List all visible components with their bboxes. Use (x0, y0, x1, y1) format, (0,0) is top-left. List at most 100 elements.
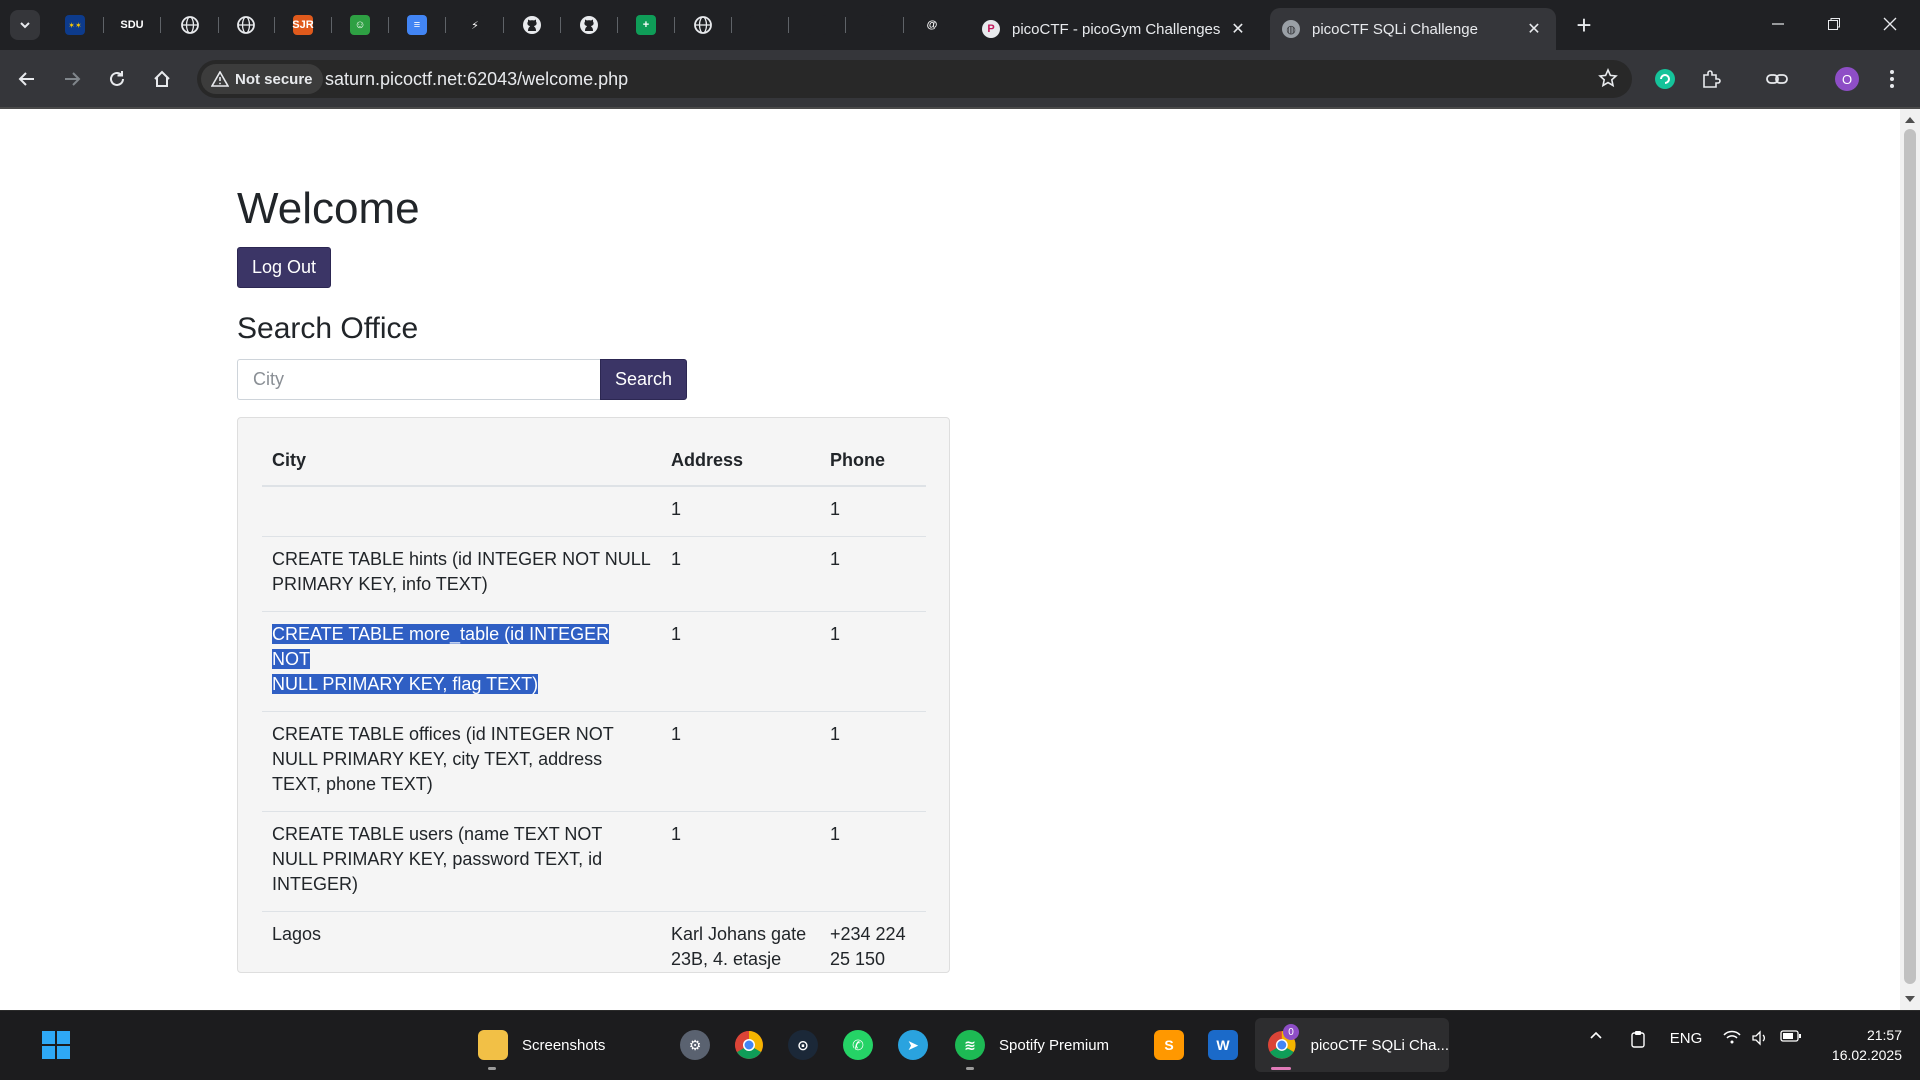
bookmark-star-button[interactable] (1598, 68, 1618, 93)
arrow-left-icon (18, 72, 34, 86)
address-bar[interactable]: Not secure saturn.picoctf.net:62043/welc… (197, 60, 1632, 98)
pinned-tab[interactable] (226, 8, 266, 42)
url-text[interactable]: saturn.picoctf.net:62043/welcome.php (325, 69, 628, 90)
site-info-chip[interactable]: Not secure (201, 64, 323, 94)
webstorm-icon: W (1208, 1030, 1238, 1060)
show-hidden-icons-button[interactable] (1584, 1030, 1608, 1040)
taskbar-spotify[interactable]: ≋ Spotify Premium (950, 1018, 1120, 1072)
google-docs-icon: ≡ (407, 15, 427, 35)
logout-button[interactable]: Log Out (237, 247, 331, 288)
vertical-scrollbar[interactable] (1900, 109, 1920, 1010)
clock-time: 21:57 (1866, 1027, 1902, 1043)
taskbar-whatsapp[interactable]: ✆ (838, 1018, 878, 1072)
extension-button[interactable] (1648, 62, 1682, 96)
extensions-menu-button[interactable] (1694, 62, 1728, 96)
cell-phone: 1 (820, 811, 926, 912)
cell-phone: 1 (820, 711, 926, 812)
taskbar-steam[interactable]: ⊙ (783, 1018, 823, 1072)
language-indicator[interactable]: ENG (1664, 1030, 1708, 1047)
chrome-icon (735, 1031, 763, 1059)
pinned-tab[interactable] (797, 8, 837, 42)
volume-button[interactable] (1748, 1030, 1772, 1046)
tray-clipboard[interactable] (1626, 1030, 1650, 1048)
scroll-up-arrow-icon[interactable] (1905, 117, 1915, 123)
chrome-menu-button[interactable] (1875, 62, 1909, 96)
taskbar-webstorm[interactable]: W (1203, 1018, 1243, 1072)
link-button[interactable] (1760, 62, 1794, 96)
pinned-tab[interactable] (740, 8, 780, 42)
tab-search-button[interactable] (10, 10, 40, 40)
forward-button[interactable] (55, 62, 89, 96)
close-icon[interactable]: ✕ (1524, 19, 1544, 39)
wifi-button[interactable] (1720, 1030, 1744, 1044)
clock-date: 16.02.2025 (1831, 1047, 1902, 1063)
taskbar-telegram[interactable]: ➤ (893, 1018, 933, 1072)
profile-button[interactable]: O (1830, 62, 1864, 96)
new-tab-button[interactable]: + (1570, 12, 1598, 40)
pinned-tab[interactable]: SJR (283, 8, 323, 42)
close-icon[interactable]: ✕ (1228, 19, 1248, 39)
battery-button[interactable] (1778, 1030, 1804, 1042)
pinned-tab[interactable] (170, 8, 210, 42)
minimize-button[interactable] (1750, 8, 1806, 40)
cell-phone: 1 (820, 485, 926, 537)
taskbar-screenshots[interactable]: Screenshots (470, 1018, 630, 1072)
pinned-tab[interactable]: + (626, 8, 666, 42)
search-button[interactable]: Search (600, 359, 687, 400)
warning-icon (211, 71, 229, 87)
battery-icon (1780, 1030, 1801, 1042)
back-button[interactable] (10, 62, 44, 96)
scroll-down-arrow-icon[interactable] (1905, 996, 1915, 1002)
restore-button[interactable] (1806, 8, 1862, 40)
taskbar-chrome-picoctf[interactable]: picoCTF SQLi Cha... 0 (1255, 1018, 1449, 1072)
arrow-right-icon (65, 72, 81, 86)
pinned-tab[interactable]: ☺ (340, 8, 380, 42)
tab-separator (617, 17, 618, 33)
tab-title: picoCTF - picoGym Challenges (1012, 20, 1221, 38)
pinned-tab[interactable] (512, 8, 552, 42)
minimize-icon (1772, 23, 1784, 25)
pinned-tab[interactable]: ✶✶ (55, 8, 95, 42)
tab-separator (388, 17, 389, 33)
google-sheets-icon: + (636, 15, 656, 35)
running-indicator (488, 1067, 496, 1070)
scrollbar-thumb[interactable] (1904, 129, 1916, 984)
pinned-tab[interactable]: ≡ (397, 8, 437, 42)
results-panel: City Address Phone 1 1 CREATE TABLE hint… (237, 417, 950, 986)
home-button[interactable] (145, 62, 179, 96)
volume-icon (1752, 1030, 1765, 1046)
pinned-tab[interactable]: SDU (112, 8, 152, 42)
pinned-tab[interactable]: ⚡ (455, 8, 495, 42)
profile-badge: 0 (1283, 1024, 1299, 1040)
wifi-icon (1723, 1030, 1741, 1044)
selected-text: CREATE TABLE more_table (id INTEGER NOT (272, 624, 610, 669)
tab-separator (331, 17, 332, 33)
pinned-tab[interactable]: @ (912, 8, 952, 42)
clock[interactable]: 21:57 16.02.2025 (1812, 1025, 1902, 1065)
cell-address: 1 (661, 485, 820, 537)
reload-button[interactable] (100, 62, 134, 96)
clipboard-icon (1631, 1031, 1645, 1048)
pinned-tab[interactable] (683, 8, 723, 42)
tab-separator (274, 17, 275, 33)
close-window-button[interactable] (1862, 8, 1918, 40)
close-icon (1883, 17, 1897, 31)
pinned-tab[interactable] (855, 8, 895, 42)
taskbar-sublime-text[interactable]: S (1149, 1018, 1189, 1072)
cell-city: CREATE TABLE offices (id INTEGER NOT NUL… (262, 711, 661, 812)
windows-logo-icon (42, 1031, 70, 1059)
cell-address: 1 (661, 611, 820, 712)
tab-picogym[interactable]: P picoCTF - picoGym Challenges ✕ (970, 8, 1260, 50)
telegram-icon: ➤ (898, 1030, 928, 1060)
arrow-logo-icon (865, 15, 885, 35)
city-search-input[interactable] (237, 359, 601, 400)
taskbar-chrome[interactable] (729, 1018, 769, 1072)
taskbar-settings[interactable]: ⚙ (675, 1018, 715, 1072)
tab-sqli-challenge[interactable]: ◍ picoCTF SQLi Challenge ✕ (1270, 8, 1556, 50)
cell-address: 1 (661, 811, 820, 912)
start-button[interactable] (32, 1018, 80, 1072)
taskbar-label: Screenshots (522, 1036, 606, 1054)
pinned-tab[interactable] (569, 8, 609, 42)
cell-phone: 1 (820, 536, 926, 612)
eu-flag-icon: ✶✶ (65, 15, 85, 35)
